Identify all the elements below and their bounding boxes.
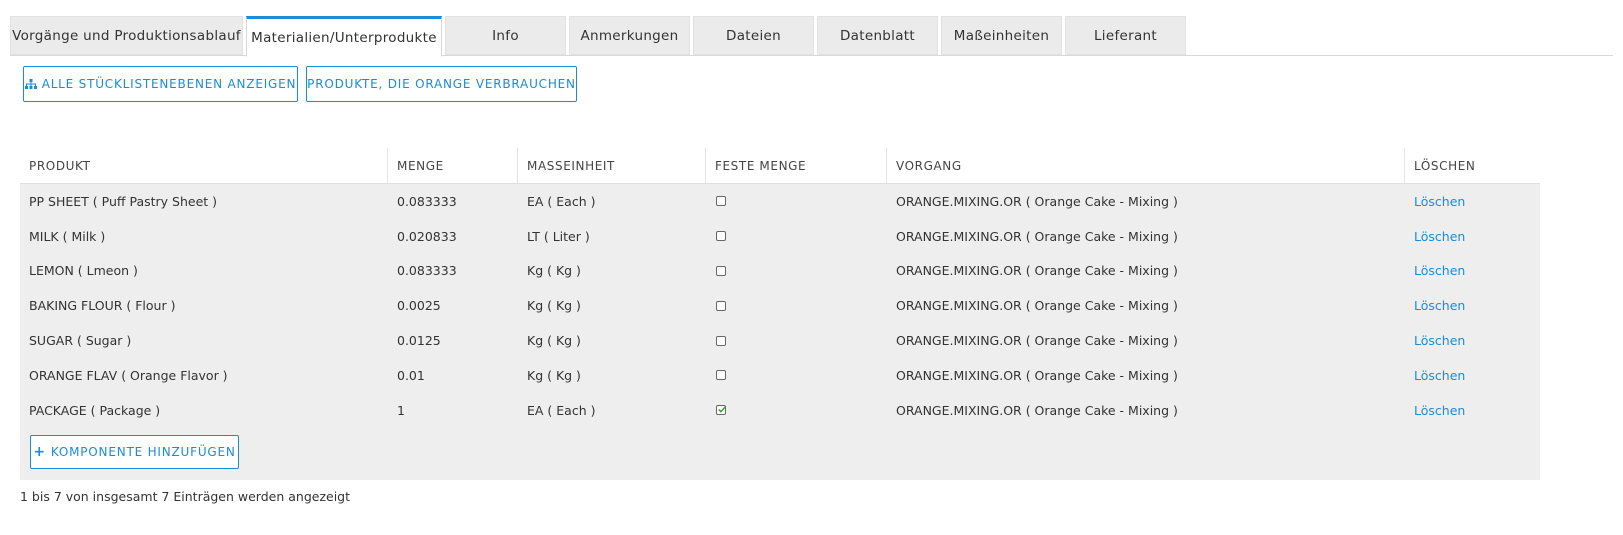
fixed-quantity-checkbox[interactable] bbox=[716, 300, 726, 311]
cell-vorgang[interactable]: ORANGE.MIXING.OR ( Orange Cake - Mixing … bbox=[887, 184, 1405, 219]
header-feste-menge[interactable]: FESTE MENGE bbox=[706, 148, 887, 183]
add-component-label: KOMPONENTE HINZUFÜGEN bbox=[50, 444, 236, 459]
tab-dateien[interactable]: Dateien bbox=[693, 16, 814, 55]
cell-vorgang[interactable]: ORANGE.MIXING.OR ( Orange Cake - Mixing … bbox=[887, 323, 1405, 358]
tab-masseinheiten[interactable]: Maßeinheiten bbox=[941, 16, 1062, 55]
checkmark-icon bbox=[718, 406, 726, 413]
tab-vorgaenge[interactable]: Vorgänge und Produktionsablauf bbox=[10, 16, 243, 55]
header-vorgang[interactable]: VORGANG bbox=[887, 148, 1405, 183]
cell-menge[interactable]: 0.083333 bbox=[388, 254, 518, 289]
cell-feste-menge bbox=[706, 323, 887, 358]
cell-feste-menge bbox=[706, 393, 887, 428]
table-row: MILK ( Milk ) 0.020833 LT ( Liter ) ORAN… bbox=[20, 219, 1540, 254]
show-all-levels-button[interactable]: ALLE STÜCKLISTENEBENEN ANZEIGEN bbox=[23, 66, 298, 102]
cell-einheit[interactable]: LT ( Liter ) bbox=[518, 219, 706, 254]
cell-vorgang[interactable]: ORANGE.MIXING.OR ( Orange Cake - Mixing … bbox=[887, 254, 1405, 289]
cell-produkt: BAKING FLOUR ( Flour ) bbox=[29, 298, 176, 314]
entries-info: 1 bis 7 von insgesamt 7 Einträgen werden… bbox=[20, 489, 351, 504]
products-consuming-label: PRODUKTE, DIE ORANGE VERBRAUCHEN bbox=[307, 77, 576, 91]
delete-link[interactable]: Löschen bbox=[1405, 254, 1540, 289]
cell-vorgang[interactable]: ORANGE.MIXING.OR ( Orange Cake - Mixing … bbox=[887, 358, 1405, 393]
delete-link[interactable]: Löschen bbox=[1405, 358, 1540, 393]
tab-materialien[interactable]: Materialien/Unterprodukte bbox=[246, 16, 442, 57]
table-header: PRODUKT MENGE MASSEINHEIT FESTE MENGE VO… bbox=[20, 148, 1540, 184]
cell-produkt: LEMON ( Lmeon ) bbox=[29, 263, 138, 279]
cell-produkt: PP SHEET ( Puff Pastry Sheet ) bbox=[29, 193, 218, 209]
table-row: PACKAGE ( Package ) 1 EA ( Each ) ORANGE… bbox=[20, 393, 1540, 428]
cell-feste-menge bbox=[706, 184, 887, 219]
add-component-button[interactable]: + KOMPONENTE HINZUFÜGEN bbox=[30, 434, 239, 469]
cell-feste-menge bbox=[706, 254, 887, 289]
cell-menge[interactable]: 0.01 bbox=[388, 358, 518, 393]
cell-menge[interactable]: 0.083333 bbox=[388, 184, 518, 219]
cell-menge[interactable]: 0.0125 bbox=[388, 323, 518, 358]
cell-produkt: MILK ( Milk ) bbox=[29, 228, 106, 244]
cell-einheit[interactable]: EA ( Each ) bbox=[518, 393, 706, 428]
fixed-quantity-checkbox[interactable] bbox=[716, 405, 726, 416]
header-produkt[interactable]: PRODUKT bbox=[20, 148, 388, 183]
header-masseinheit[interactable]: MASSEINHEIT bbox=[518, 148, 706, 183]
delete-link[interactable]: Löschen bbox=[1405, 184, 1540, 219]
cell-vorgang[interactable]: ORANGE.MIXING.OR ( Orange Cake - Mixing … bbox=[887, 393, 1405, 428]
tab-anmerkungen[interactable]: Anmerkungen bbox=[569, 16, 690, 55]
cell-vorgang[interactable]: ORANGE.MIXING.OR ( Orange Cake - Mixing … bbox=[887, 288, 1405, 323]
table-row: LEMON ( Lmeon ) 0.083333 Kg ( Kg ) ORANG… bbox=[20, 254, 1540, 289]
tab-lieferant[interactable]: Lieferant bbox=[1065, 16, 1186, 55]
tab-datenblatt[interactable]: Datenblatt bbox=[817, 16, 938, 55]
show-all-levels-label: ALLE STÜCKLISTENEBENEN ANZEIGEN bbox=[41, 77, 297, 91]
products-consuming-button[interactable]: PRODUKTE, DIE ORANGE VERBRAUCHEN bbox=[306, 66, 577, 102]
tab-bar: Vorgänge und Produktionsablauf Materiali… bbox=[10, 16, 1189, 57]
plus-icon: + bbox=[33, 443, 46, 460]
fixed-quantity-checkbox[interactable] bbox=[716, 335, 726, 346]
fixed-quantity-checkbox[interactable] bbox=[716, 370, 726, 381]
materials-table: PRODUKT MENGE MASSEINHEIT FESTE MENGE VO… bbox=[20, 148, 1540, 480]
cell-feste-menge bbox=[706, 288, 887, 323]
cell-einheit[interactable]: Kg ( Kg ) bbox=[518, 323, 706, 358]
cell-feste-menge bbox=[706, 219, 887, 254]
delete-link[interactable]: Löschen bbox=[1405, 219, 1540, 254]
header-menge[interactable]: MENGE bbox=[388, 148, 518, 183]
cell-produkt: SUGAR ( Sugar ) bbox=[29, 333, 132, 349]
tab-info[interactable]: Info bbox=[445, 16, 566, 55]
cell-einheit[interactable]: EA ( Each ) bbox=[518, 184, 706, 219]
cell-einheit[interactable]: Kg ( Kg ) bbox=[518, 358, 706, 393]
cell-menge[interactable]: 0.020833 bbox=[388, 219, 518, 254]
fixed-quantity-checkbox[interactable] bbox=[716, 196, 726, 207]
delete-link[interactable]: Löschen bbox=[1405, 323, 1540, 358]
cell-menge[interactable]: 0.0025 bbox=[388, 288, 518, 323]
table-footer: + KOMPONENTE HINZUFÜGEN bbox=[20, 427, 1540, 480]
cell-einheit[interactable]: Kg ( Kg ) bbox=[518, 254, 706, 289]
table-row: PP SHEET ( Puff Pastry Sheet ) 0.083333 … bbox=[20, 184, 1540, 219]
cell-menge[interactable]: 1 bbox=[388, 393, 518, 428]
sitemap-icon bbox=[24, 79, 37, 89]
cell-vorgang[interactable]: ORANGE.MIXING.OR ( Orange Cake - Mixing … bbox=[887, 219, 1405, 254]
cell-einheit[interactable]: Kg ( Kg ) bbox=[518, 288, 706, 323]
header-loeschen: LÖSCHEN bbox=[1414, 158, 1476, 173]
fixed-quantity-checkbox[interactable] bbox=[716, 231, 726, 242]
delete-link[interactable]: Löschen bbox=[1405, 393, 1540, 428]
delete-link[interactable]: Löschen bbox=[1405, 288, 1540, 323]
cell-produkt: ORANGE FLAV ( Orange Flavor ) bbox=[29, 367, 228, 383]
table-body: PP SHEET ( Puff Pastry Sheet ) 0.083333 … bbox=[20, 184, 1540, 428]
table-row: SUGAR ( Sugar ) 0.0125 Kg ( Kg ) ORANGE.… bbox=[20, 323, 1540, 358]
cell-produkt: PACKAGE ( Package ) bbox=[29, 402, 161, 418]
cell-feste-menge bbox=[706, 358, 887, 393]
table-row: ORANGE FLAV ( Orange Flavor ) 0.01 Kg ( … bbox=[20, 358, 1540, 393]
table-row: BAKING FLOUR ( Flour ) 0.0025 Kg ( Kg ) … bbox=[20, 288, 1540, 323]
fixed-quantity-checkbox[interactable] bbox=[716, 265, 726, 276]
